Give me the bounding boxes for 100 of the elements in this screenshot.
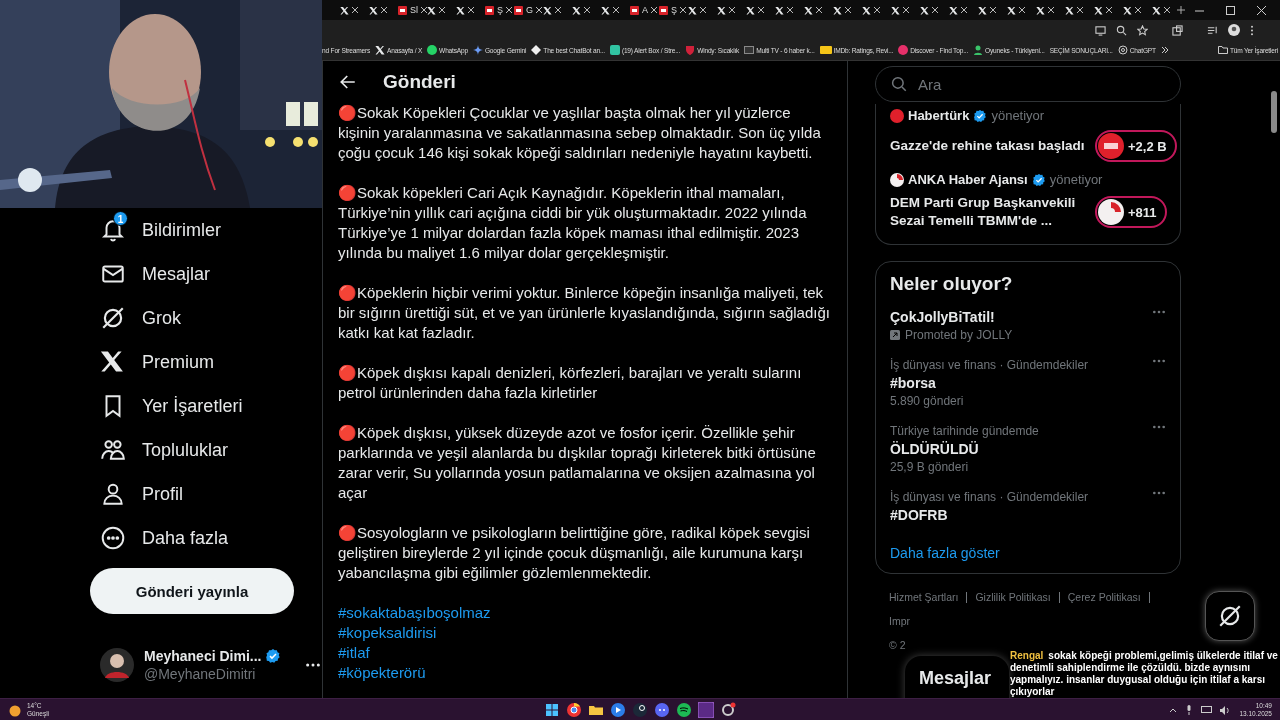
news-headline[interactable]: DEM Parti Grup Başkanvekili Sezai Temelli TBMM'de ... xyxy=(890,194,1095,230)
close-icon[interactable] xyxy=(536,7,542,13)
more-icon[interactable] xyxy=(305,662,322,668)
media-player-icon[interactable] xyxy=(610,702,626,718)
speaker-icon[interactable] xyxy=(1220,705,1232,715)
nav-item[interactable]: Daha fazla xyxy=(100,516,237,560)
chevron-icon[interactable] xyxy=(1160,46,1169,54)
zoom-icon[interactable] xyxy=(1116,24,1127,36)
menu-icon[interactable] xyxy=(1250,24,1254,36)
steam-icon[interactable] xyxy=(632,702,648,718)
close-icon[interactable] xyxy=(1135,7,1141,13)
news-logo-icon xyxy=(890,172,904,187)
trend-title[interactable]: ÖLDÜRÜLDÜ xyxy=(890,441,1152,457)
footer-link[interactable]: Çerez Politikası xyxy=(1059,592,1150,603)
nav-item[interactable]: Yer İşaretleri xyxy=(100,384,251,428)
browser-icon[interactable] xyxy=(566,702,582,718)
close-icon[interactable] xyxy=(729,7,735,13)
weather-icon[interactable] xyxy=(8,703,22,717)
close-icon[interactable] xyxy=(555,7,561,13)
close-icon[interactable] xyxy=(468,7,474,13)
media-icon[interactable] xyxy=(1207,24,1218,36)
close-icon[interactable] xyxy=(845,7,851,13)
news-headline[interactable]: Gazze'de rehine takası başladı xyxy=(890,137,1095,155)
x-logo-icon xyxy=(862,5,871,15)
close-icon[interactable] xyxy=(758,7,764,13)
hashtag-link[interactable]: #sokaktabaşıboşolmaz xyxy=(338,603,491,623)
person-icon xyxy=(973,45,984,55)
close-icon[interactable] xyxy=(990,7,996,13)
close-icon[interactable] xyxy=(903,7,909,13)
star-icon[interactable] xyxy=(1137,24,1148,36)
microphone-icon[interactable] xyxy=(1185,705,1194,715)
close-icon[interactable] xyxy=(1257,5,1266,15)
close-icon[interactable] xyxy=(584,7,590,13)
close-icon[interactable] xyxy=(1019,7,1025,13)
close-icon[interactable] xyxy=(439,7,445,13)
rectangle-icon xyxy=(819,46,832,54)
post-button[interactable]: Gönderi yayınla xyxy=(90,568,294,614)
windows-logo-icon[interactable] xyxy=(544,702,560,718)
plus-icon[interactable] xyxy=(1177,6,1185,14)
nav-item[interactable]: 1 Bildirimler xyxy=(100,208,229,252)
trend-title[interactable]: ÇokJollyBiTatil! xyxy=(890,309,1152,325)
scrollbar-thumb[interactable] xyxy=(1271,91,1277,133)
close-icon[interactable] xyxy=(1077,7,1083,13)
cast-icon[interactable] xyxy=(1095,24,1106,36)
show-more-link[interactable]: Daha fazla göster xyxy=(876,539,1014,561)
post-count-pill[interactable]: +811 xyxy=(1095,196,1167,228)
avatar-icon[interactable] xyxy=(100,648,134,682)
browser-tab[interactable]: Sl xyxy=(394,1,423,19)
close-icon[interactable] xyxy=(680,7,686,13)
hashtag-link[interactable]: #köpekterörü xyxy=(338,663,426,683)
close-icon[interactable] xyxy=(700,7,706,13)
extensions-icon[interactable] xyxy=(1172,24,1183,36)
news-source: ANKA Haber Ajansı xyxy=(908,172,1028,187)
close-icon[interactable] xyxy=(1164,7,1170,13)
grok-button[interactable] xyxy=(1205,591,1255,641)
close-icon[interactable] xyxy=(381,7,387,13)
close-icon[interactable] xyxy=(651,7,657,13)
trend-context: İş dünyası ve finans · Gündemdekiler xyxy=(890,490,1090,504)
browser-tab[interactable]: Ş xyxy=(481,1,510,19)
close-icon[interactable] xyxy=(1106,7,1112,13)
browser-tab[interactable]: A xyxy=(626,1,655,19)
footer-link[interactable]: Gizlilik Politikası xyxy=(967,592,1060,603)
browser-tab[interactable]: G xyxy=(510,1,539,19)
trend-title[interactable]: #borsa xyxy=(890,375,1152,391)
discord-icon[interactable] xyxy=(654,702,670,718)
close-icon[interactable] xyxy=(352,7,358,13)
back-arrow-icon[interactable] xyxy=(339,73,357,91)
nav-item[interactable]: Premium xyxy=(100,340,222,384)
trend-title[interactable]: #DOFRB xyxy=(890,507,1152,523)
nav-item[interactable]: Topluluklar xyxy=(100,428,237,472)
nav-item[interactable]: Profil xyxy=(100,472,191,516)
account-name: Meyhaneci Dimi... xyxy=(144,648,262,664)
close-icon[interactable] xyxy=(1048,7,1054,13)
close-icon[interactable] xyxy=(421,7,427,13)
spotify-icon[interactable] xyxy=(676,702,692,718)
news-role: yönetiyor xyxy=(991,108,1045,123)
nav-item[interactable]: Mesajlar xyxy=(100,252,219,296)
chevron-up-icon[interactable] xyxy=(1169,706,1178,714)
close-icon[interactable] xyxy=(506,7,512,13)
search-field[interactable]: Ara xyxy=(875,66,1181,102)
hashtag-link[interactable]: #itlaf xyxy=(338,643,370,663)
close-icon[interactable] xyxy=(613,7,619,13)
browser-tab[interactable]: Ş xyxy=(655,1,684,19)
close-icon[interactable] xyxy=(816,7,822,13)
tab-title: Ş xyxy=(497,5,503,15)
shield-icon xyxy=(685,45,696,55)
maximize-icon[interactable] xyxy=(1226,5,1235,15)
close-icon[interactable] xyxy=(961,7,967,13)
close-icon[interactable] xyxy=(932,7,938,13)
network-icon[interactable] xyxy=(1201,705,1213,715)
messages-drawer[interactable]: Mesajlar xyxy=(905,656,1009,698)
nav-item[interactable]: Grok xyxy=(100,296,189,340)
close-icon[interactable] xyxy=(787,7,793,13)
news-source: Habertürk xyxy=(908,108,970,123)
close-icon[interactable] xyxy=(874,7,880,13)
post-count-pill[interactable]: +2,2 B xyxy=(1095,130,1177,162)
section-title: Neler oluyor? xyxy=(889,273,1014,295)
hashtag-link[interactable]: #kopeksaldirisi xyxy=(338,623,437,643)
footer-link[interactable]: Hizmet Şartları xyxy=(889,592,968,603)
profile-icon[interactable] xyxy=(1228,24,1240,36)
